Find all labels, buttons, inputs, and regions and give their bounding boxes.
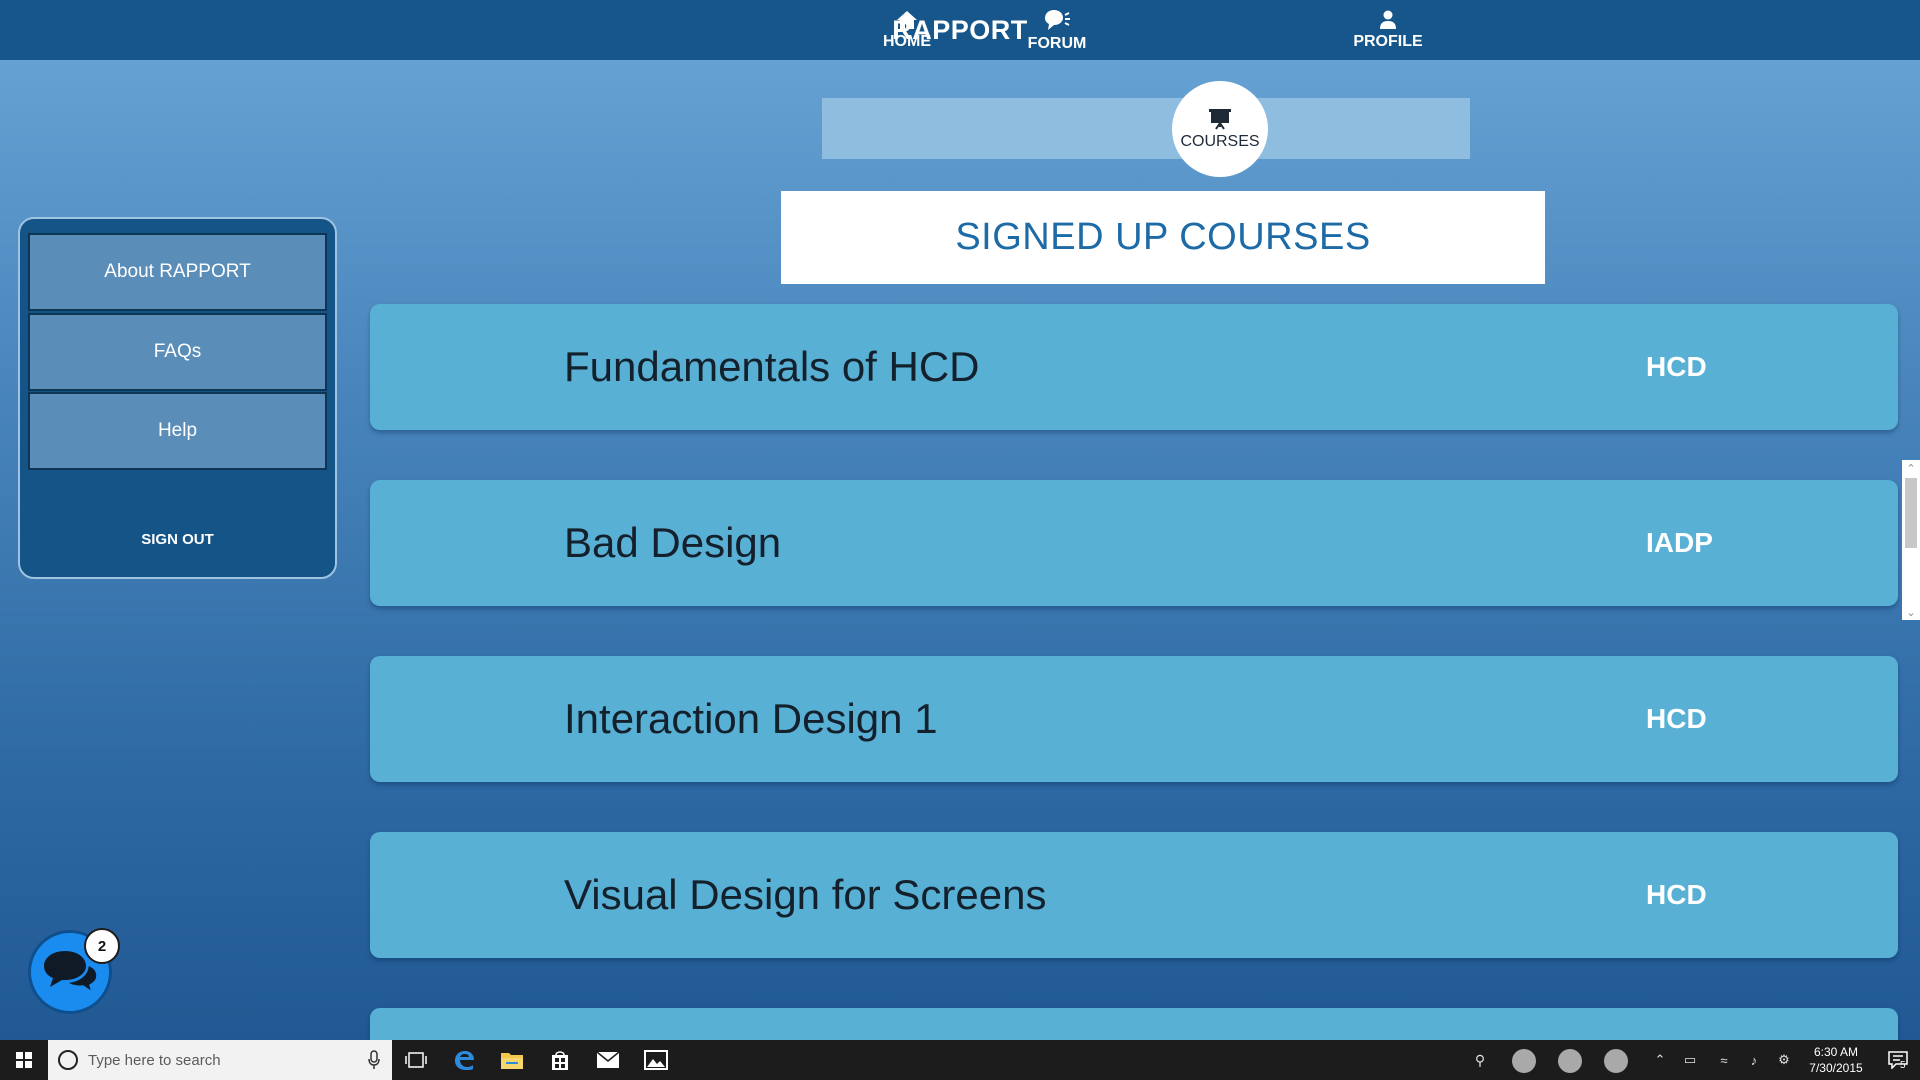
task-view-icon [405, 1052, 427, 1068]
scroll-thumb[interactable] [1905, 478, 1917, 548]
course-name: Bad Design [564, 519, 782, 566]
file-explorer-button[interactable] [488, 1040, 536, 1080]
course-code: IADP [1646, 527, 1713, 558]
windows-icon [16, 1052, 32, 1068]
tray-app-icon[interactable] [1604, 1049, 1628, 1073]
sidebar-item-about[interactable]: About RAPPORT [28, 233, 327, 311]
notification-count: 5 [1900, 1060, 1906, 1071]
page-title-box: SIGNED UP COURSES [781, 191, 1545, 284]
course-card-bad-design[interactable]: Bad Design IADP [370, 480, 1898, 606]
people-icon[interactable]: ⚲ [1468, 1040, 1492, 1080]
settings-gear-icon[interactable]: ⚙ [1772, 1040, 1796, 1080]
task-view-button[interactable] [392, 1040, 440, 1080]
sidebar-item-label: Help [157, 420, 198, 441]
microphone-icon[interactable] [368, 1050, 380, 1070]
main-nav-bar [822, 98, 1470, 159]
course-name: Fundamentals of HCD [564, 343, 980, 390]
taskbar-search-box[interactable]: Type here to search [48, 1040, 392, 1080]
course-code: HCD [1646, 879, 1707, 910]
search-placeholder: Type here to search [88, 1051, 221, 1069]
nav-profile-label: PROFILE [1353, 33, 1423, 50]
photos-icon [644, 1050, 668, 1070]
forum-icon [1045, 10, 1070, 30]
page-title: SIGNED UP COURSES [955, 216, 1371, 258]
course-card-interaction-design-1[interactable]: Interaction Design 1 HCD [370, 656, 1898, 782]
chat-badge-count: 2 [97, 937, 107, 955]
sidebar-item-label: FAQs [153, 341, 202, 362]
nav-home[interactable]: HOME [842, 0, 972, 61]
course-code: HCD [1646, 703, 1707, 734]
store-icon [552, 1051, 568, 1070]
taskbar-clock[interactable]: 6:30 AM 7/30/2015 [1798, 1044, 1874, 1076]
profile-icon [1380, 10, 1396, 29]
photos-button[interactable] [632, 1040, 680, 1080]
course-card-visual-design-for-screens[interactable]: Visual Design for Screens HCD [370, 832, 1898, 958]
sidebar-menu: About RAPPORT FAQs Help SIGN OUT [18, 217, 337, 579]
nav-courses-label: COURSES [1180, 132, 1260, 150]
sign-out-button[interactable]: SIGN OUT [20, 519, 335, 559]
course-code: HCD [1646, 351, 1707, 382]
edge-button[interactable] [440, 1040, 488, 1080]
course-name: Interaction Design 1 [564, 695, 938, 742]
clock-date: 7/30/2015 [1809, 1061, 1863, 1075]
nav-profile[interactable]: PROFILE [1323, 0, 1453, 61]
course-card-fundamentals-of-hcd[interactable]: Fundamentals of HCD HCD [370, 304, 1898, 430]
nav-home-label: HOME [883, 33, 931, 50]
mail-button[interactable] [584, 1040, 632, 1080]
mail-icon [596, 1051, 620, 1068]
action-center-button[interactable]: 5 [1876, 1040, 1920, 1080]
home-icon [897, 11, 917, 29]
nav-forum[interactable]: FORUM [992, 0, 1122, 61]
store-button[interactable] [536, 1040, 584, 1080]
nav-courses[interactable]: COURSES [1172, 81, 1268, 177]
sign-out-label: SIGN OUT [141, 530, 214, 548]
volume-icon[interactable]: ♪ [1742, 1040, 1766, 1080]
cortana-icon [58, 1050, 78, 1070]
show-hidden-icons-chevron-icon[interactable]: ⌃ [1648, 1040, 1672, 1080]
clock-time: 6:30 AM [1813, 1045, 1859, 1059]
content-scrollbar[interactable]: ⌃ ⌄ [1902, 460, 1920, 620]
tray-app-icon[interactable] [1558, 1049, 1582, 1073]
edge-icon [455, 1051, 474, 1070]
battery-icon[interactable]: ▭ [1678, 1040, 1702, 1080]
sidebar-item-help[interactable]: Help [28, 392, 327, 470]
scroll-up-icon[interactable]: ⌃ [1902, 460, 1920, 476]
folder-icon [501, 1053, 523, 1069]
scroll-down-icon[interactable]: ⌄ [1902, 604, 1920, 620]
sidebar-item-label: About RAPPORT [104, 261, 251, 282]
course-name: Visual Design for Screens [564, 871, 1047, 918]
chat-badge: 2 [84, 928, 120, 964]
tray-app-icon[interactable] [1512, 1049, 1536, 1073]
sidebar-item-faqs[interactable]: FAQs [28, 313, 327, 391]
nav-forum-label: FORUM [1027, 35, 1087, 52]
windows-taskbar: Type here to search ⚲ ⌃ ▭ ≈ ♪ ⚙ 6:30 AM … [0, 1040, 1920, 1080]
start-button[interactable] [0, 1040, 48, 1080]
courses-icon [1209, 108, 1231, 130]
wifi-icon[interactable]: ≈ [1712, 1040, 1736, 1080]
